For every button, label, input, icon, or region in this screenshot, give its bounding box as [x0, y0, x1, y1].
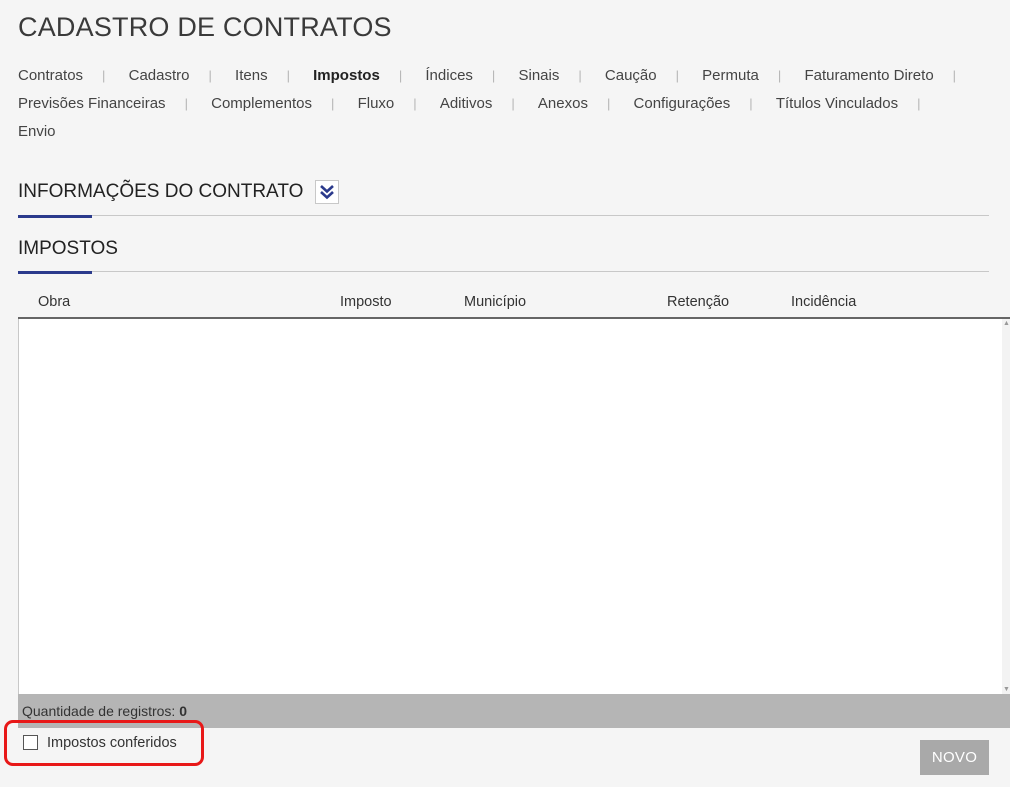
tab-envio[interactable]: Envio [18, 118, 56, 146]
nav-separator: | [331, 96, 335, 111]
impostos-conferidos-checkbox[interactable]: Impostos conferidos [23, 734, 177, 751]
column-header-municipio[interactable]: Município [464, 294, 526, 310]
grid-footer: Quantidade de registros: 0 [18, 694, 1010, 728]
nav-separator: | [413, 96, 417, 111]
section-accent-underline [18, 215, 92, 218]
tab-label: Complementos [211, 95, 313, 112]
tab-indices[interactable]: Índices [425, 62, 473, 90]
tab-label: Caução [604, 67, 657, 84]
nav-separator: | [208, 68, 212, 83]
column-header-imposto[interactable]: Imposto [340, 294, 392, 310]
tab-caucao[interactable]: Caução [605, 62, 657, 90]
tab-aditivos[interactable]: Aditivos [440, 90, 493, 118]
tab-label: Envio [18, 123, 56, 140]
checkbox-box[interactable] [23, 734, 38, 750]
scroll-down-icon[interactable]: ▼ [1003, 686, 1010, 693]
novo-button[interactable]: NOVO [920, 740, 989, 775]
contract-info-section: INFORMAÇÕES DO CONTRATO [18, 180, 989, 218]
tab-contratos[interactable]: Contratos [18, 62, 83, 90]
tab-label: Anexos [537, 95, 588, 112]
column-header-retencao[interactable]: Retenção [667, 294, 729, 310]
tab-label: Cadastro [128, 67, 190, 84]
nav-separator: | [184, 96, 188, 111]
tab-label: Impostos [313, 67, 380, 84]
tab-label: Títulos Vinculados [775, 95, 899, 112]
nav-separator: | [952, 68, 957, 83]
contract-info-title: INFORMAÇÕES DO CONTRATO [18, 181, 304, 202]
tab-sinais[interactable]: Sinais [518, 62, 559, 90]
tab-label: Itens [235, 67, 268, 84]
record-count-value: 0 [179, 703, 188, 719]
nav-separator: | [675, 68, 679, 83]
section-accent-underline [18, 271, 92, 274]
impostos-section: IMPOSTOS [18, 238, 989, 274]
tab-permuta[interactable]: Permuta [702, 62, 759, 90]
record-count-label: Quantidade de registros: [22, 703, 176, 719]
grid-body [18, 319, 1003, 694]
nav-separator: | [286, 68, 290, 83]
tab-fluxo[interactable]: Fluxo [358, 90, 395, 118]
tab-label: Permuta [702, 67, 759, 84]
tab-navigation: Contratos | Cadastro | Itens | Impostos | Ín… [18, 62, 978, 146]
nav-separator: | [511, 96, 515, 111]
tab-anexos[interactable]: Anexos [538, 90, 588, 118]
tab-label: Configurações [633, 95, 731, 112]
tab-label: Aditivos [439, 95, 493, 112]
tab-label: Índices [425, 67, 473, 84]
nav-separator: | [578, 68, 582, 83]
nav-separator: | [398, 68, 403, 83]
tab-label: Fluxo [357, 95, 395, 112]
scroll-up-icon[interactable]: ▲ [1003, 320, 1010, 327]
nav-separator: | [102, 68, 106, 83]
nav-separator: | [917, 96, 921, 111]
column-header-incidencia[interactable]: Incidência [791, 294, 856, 310]
expand-button[interactable] [315, 180, 340, 204]
impostos-title: IMPOSTOS [18, 238, 118, 259]
tab-label: Previsões Financeiras [18, 95, 166, 112]
grid-header: Obra Imposto Município Retenção Incidênc… [18, 288, 1010, 319]
tab-previsoes-financeiras[interactable]: Previsões Financeiras [18, 90, 166, 118]
tab-label: Contratos [18, 67, 84, 84]
page-title: CADASTRO DE CONTRATOS [18, 12, 392, 42]
tab-impostos[interactable]: Impostos [313, 62, 380, 90]
tab-label: Sinais [518, 67, 560, 84]
record-count: Quantidade de registros: 0 [22, 703, 187, 719]
tab-configuracoes[interactable]: Configurações [634, 90, 731, 118]
tab-itens[interactable]: Itens [235, 62, 268, 90]
tab-titulos-vinculados[interactable]: Títulos Vinculados [776, 90, 898, 118]
tab-label: Faturamento Direto [804, 67, 934, 84]
column-header-obra[interactable]: Obra [38, 294, 70, 310]
nav-separator: | [777, 68, 782, 83]
tab-faturamento-direto[interactable]: Faturamento Direto [804, 62, 933, 90]
double-chevron-down-icon [320, 185, 335, 200]
impostos-conferidos-label: Impostos conferidos [47, 735, 177, 751]
nav-separator: | [749, 96, 753, 111]
nav-separator: | [606, 96, 611, 111]
grid-scrollbar[interactable]: ▲ ▼ [1002, 319, 1010, 694]
nav-separator: | [491, 68, 496, 83]
tab-complementos[interactable]: Complementos [211, 90, 312, 118]
tab-cadastro[interactable]: Cadastro [129, 62, 190, 90]
